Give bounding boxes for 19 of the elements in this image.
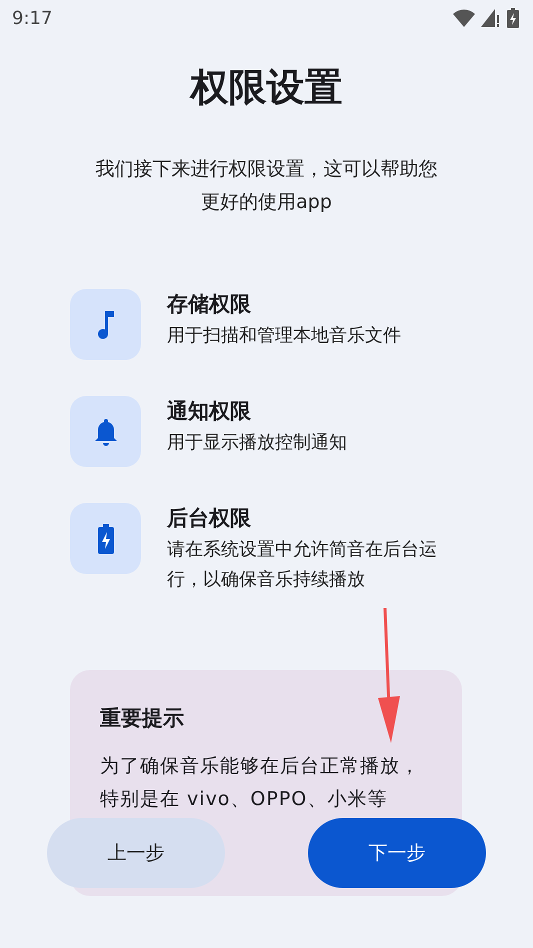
permission-description: 用于显示播放控制通知	[167, 431, 348, 455]
wifi-icon	[453, 9, 475, 27]
permission-name: 后台权限	[167, 505, 252, 532]
page-title: 权限设置	[188, 64, 344, 111]
permission-description: 用于扫描和管理本地音乐文件	[167, 324, 402, 348]
notice-text: 为了确保音乐能够在后台正常播放，特别是在 vivo、OPPO、小米等	[100, 754, 420, 812]
battery-charging-icon	[98, 524, 114, 554]
notice-title: 重要提示	[100, 705, 185, 732]
permission-name: 存储权限	[167, 291, 252, 318]
status-time: 9:17	[12, 8, 52, 28]
next-button[interactable]: 下一步	[308, 818, 486, 888]
permission-name: 通知权限	[167, 398, 252, 425]
bell-icon	[92, 416, 118, 446]
music-note-icon	[98, 310, 114, 338]
permission-description: 请在系统设置中允许简音在后台运行，以确保音乐持续播放	[167, 538, 438, 592]
signal-icon	[481, 9, 501, 27]
page-subtitle: 我们接下来进行权限设置，这可以帮助您更好的使用app	[94, 157, 438, 215]
battery-charging-icon	[507, 8, 519, 28]
back-button[interactable]: 上一步	[47, 818, 225, 888]
